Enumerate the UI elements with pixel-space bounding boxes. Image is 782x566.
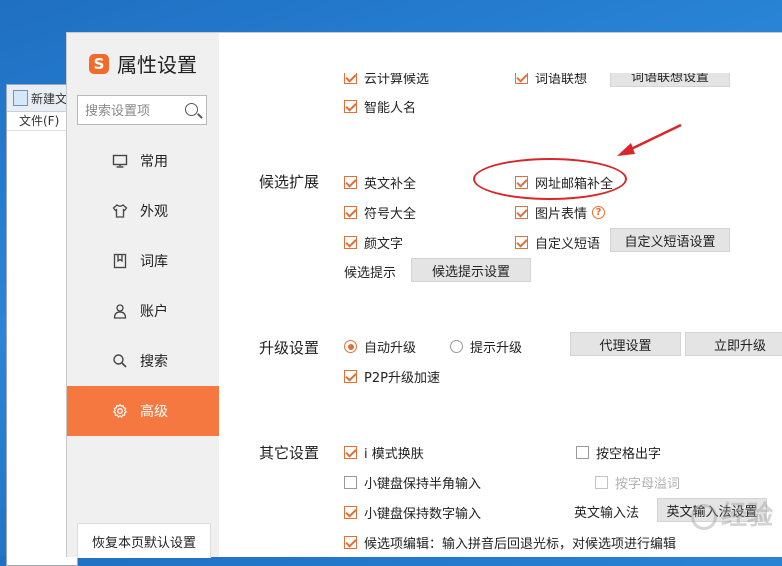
numpad-digits-checkbox[interactable]: 小键盘保持数字输入 [344, 503, 481, 522]
sidebar: S 属性设置 常用 外观 词库 [67, 33, 219, 558]
search-icon [111, 352, 129, 370]
checkbox-label: P2P升级加速 [364, 371, 440, 386]
imode-skin-checkbox[interactable]: i 模式换肤 [344, 443, 424, 462]
prompt-upgrade-radio[interactable]: 提示升级 [450, 337, 522, 356]
user-icon [111, 302, 129, 320]
other-settings-heading: 其它设置 [259, 444, 320, 462]
sidebar-item-advanced[interactable]: 高级 [67, 386, 219, 436]
checkbox-label: 小键盘保持数字输入 [364, 507, 482, 522]
letter-overflow-checkbox[interactable]: 按字母溢词 [595, 473, 680, 492]
p2p-upgrade-checkbox[interactable]: P2P升级加速 [344, 367, 440, 386]
watermark-text: 经验 [721, 501, 774, 531]
candidate-hint-settings-button[interactable]: 候选提示设置 [411, 258, 531, 282]
sidebar-item-label: 高级 [140, 404, 168, 420]
upgrade-now-button[interactable]: 立即升级 [685, 332, 782, 356]
english-input-label: 英文输入法 [574, 506, 640, 521]
notepad-title: 新建文 [31, 91, 68, 106]
kaomoji-checkbox[interactable]: 颜文字 [344, 233, 403, 252]
space-output-checkbox[interactable]: 按空格出字 [576, 443, 661, 462]
checkbox-label: 颜文字 [364, 237, 404, 252]
numpad-halfwidth-checkbox[interactable]: 小键盘保持半角输入 [344, 473, 481, 492]
radio-label: 自动升级 [364, 341, 417, 356]
sidebar-item-label: 账户 [140, 304, 168, 320]
checkbox-label: 小键盘保持半角输入 [364, 477, 482, 492]
watermark: 经验 [691, 495, 773, 532]
app-brand: S 属性设置 [89, 49, 197, 78]
sidebar-item-label: 搜索 [140, 354, 168, 370]
checkbox-label: 候选项编辑：输入拼音后回退光标，对候选项进行编辑 [364, 537, 677, 552]
settings-search-input[interactable] [83, 97, 187, 125]
sogou-logo-icon: S [89, 53, 109, 74]
sidebar-item-account[interactable]: 账户 [67, 286, 219, 336]
candidate-hint-label: 候选提示 [344, 266, 397, 281]
checkbox-label: 按空格出字 [596, 447, 662, 462]
watermark-paw-icon [691, 503, 717, 530]
sidebar-item-search[interactable]: 搜索 [67, 336, 219, 386]
shirt-icon [111, 202, 129, 220]
search-icon[interactable] [185, 103, 198, 116]
settings-dialog: S 属性设置 常用 外观 词库 [66, 32, 782, 558]
annotation-arrow-icon [617, 123, 682, 156]
monitor-icon [111, 152, 129, 170]
sidebar-item-appearance[interactable]: 外观 [67, 186, 219, 236]
book-icon [111, 252, 129, 270]
settings-search-box[interactable] [77, 95, 207, 125]
notepad-icon [13, 90, 28, 106]
upgrade-settings-heading: 升级设置 [259, 339, 320, 357]
auto-upgrade-radio[interactable]: 自动升级 [344, 337, 416, 356]
custom-phrase-checkbox[interactable]: 自定义短语 [515, 233, 600, 252]
gear-icon [111, 402, 129, 420]
candidate-edit-checkbox[interactable]: 候选项编辑：输入拼音后回退光标，对候选项进行编辑 [344, 533, 676, 552]
restore-defaults-button[interactable]: 恢复本页默认设置 [77, 523, 211, 558]
sidebar-item-lexicon[interactable]: 词库 [67, 236, 219, 286]
radio-label: 提示升级 [470, 341, 523, 356]
checkbox-label: 自定义短语 [535, 237, 601, 252]
sidebar-item-label: 词库 [140, 254, 168, 270]
checkbox-label: 按字母溢词 [615, 477, 681, 492]
dialog-title: 属性设置 [117, 53, 197, 77]
proxy-settings-button[interactable]: 代理设置 [570, 332, 681, 356]
sidebar-item-common[interactable]: 常用 [67, 136, 219, 186]
checkbox-label: i 模式换肤 [364, 447, 424, 462]
advanced-settings-panel: 云计算候选 词语联想 词语联想设置 智能人名 候选扩展 英文补全 网址邮箱补全 … [219, 33, 782, 557]
sidebar-item-label: 常用 [140, 154, 168, 170]
sidebar-item-label: 外观 [140, 204, 168, 220]
